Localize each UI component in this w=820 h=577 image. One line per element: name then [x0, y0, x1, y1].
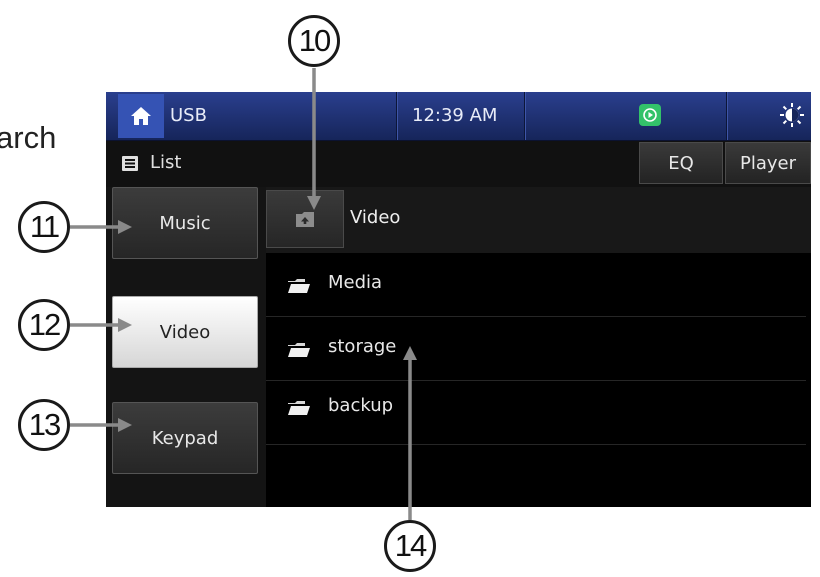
- callout-13: 13: [18, 399, 70, 451]
- annotation-arrows: [70, 68, 417, 520]
- callout-10: 10: [288, 15, 340, 67]
- callout-14: 14: [384, 520, 436, 572]
- callout-12: 12: [18, 299, 70, 351]
- callout-11: 11: [18, 201, 70, 253]
